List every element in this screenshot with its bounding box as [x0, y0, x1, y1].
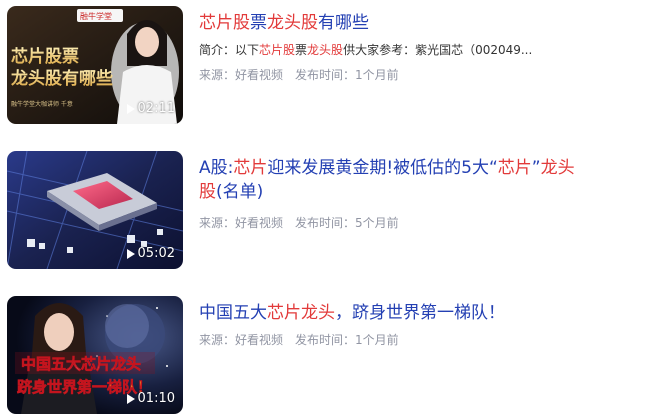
title-text: ” — [531, 158, 541, 178]
duration-text: 01:10 — [137, 391, 175, 406]
desc-highlight: 芯片股 — [259, 43, 296, 57]
result-title[interactable]: 中国五大芯片龙头，跻身世界第一梯队！ — [199, 301, 599, 325]
video-thumbnail[interactable]: 05:02 — [7, 151, 183, 269]
thumbnail-text: 中国五大芯片龙头 — [21, 355, 141, 373]
desc-text: 供大家参考：紫光国芯（002049... — [343, 43, 533, 57]
source-label: 来源：好看视频 — [199, 68, 284, 82]
video-duration: 01:10 — [126, 391, 175, 406]
result-item: 05:02 A股:芯片迎来发展黄金期!被低估的5大“芯片”龙头股(名单) 来源：… — [0, 151, 662, 269]
play-icon — [126, 394, 135, 404]
title-text: A股: — [199, 158, 234, 178]
desc-text: 简介：以下 — [199, 43, 260, 57]
result-meta: 来源：好看视频 发布时间：1个月前 — [199, 66, 399, 83]
title-text: 中国五大 — [199, 303, 267, 323]
title-highlight: 芯片 — [497, 158, 532, 178]
source-label: 来源：好看视频 — [199, 216, 284, 230]
result-title[interactable]: 芯片股票龙头股有哪些 — [199, 11, 599, 35]
result-title[interactable]: A股:芯片迎来发展黄金期!被低估的5大“芯片”龙头股(名单) — [199, 156, 579, 204]
result-meta: 来源：好看视频 发布时间：1个月前 — [199, 331, 399, 348]
publish-time: 发布时间：5个月前 — [295, 216, 399, 230]
duration-text: 02:11 — [137, 101, 175, 116]
result-item: 中国五大芯片龙头 跻身世界第一梯队！ 01:10 中国五大芯片龙头，跻身世界第一… — [0, 296, 662, 414]
title-highlight: 芯片龙头 — [267, 303, 335, 323]
result-item: 芯片股票 龙头股有哪些 融牛学堂 融牛学堂大咖讲师 千意 02:11 芯片股票龙… — [0, 6, 662, 124]
title-highlight: 龙头股 — [267, 13, 318, 33]
publish-time: 发布时间：1个月前 — [295, 68, 399, 82]
publish-time: 发布时间：1个月前 — [295, 333, 399, 347]
title-text: ，跻身世界第一梯队！ — [335, 303, 505, 323]
thumbnail-brand: 融牛学堂 — [80, 11, 112, 21]
title-text: 迎来发展黄金期!被低估的5大“ — [267, 158, 498, 178]
desc-text: 票 — [295, 43, 308, 57]
title-text: 有哪些 — [318, 13, 369, 33]
play-icon — [126, 249, 135, 259]
title-text: 票 — [250, 13, 267, 33]
duration-text: 05:02 — [137, 246, 175, 261]
thumbnail-text: 芯片股票 — [11, 46, 79, 67]
play-icon — [126, 104, 135, 114]
thumbnail-text: 龙头股有哪些 — [10, 68, 113, 89]
video-thumbnail[interactable]: 芯片股票 龙头股有哪些 融牛学堂 融牛学堂大咖讲师 千意 02:11 — [7, 6, 183, 124]
title-highlight: 芯片股 — [199, 13, 250, 33]
desc-highlight: 龙头股 — [307, 43, 344, 57]
video-duration: 02:11 — [126, 101, 175, 116]
result-description: 简介：以下芯片股票龙头股供大家参考：紫光国芯（002049... — [199, 41, 559, 58]
thumbnail-caption: 融牛学堂大咖讲师 千意 — [11, 100, 73, 108]
video-thumbnail[interactable]: 中国五大芯片龙头 跻身世界第一梯队！ 01:10 — [7, 296, 183, 414]
result-meta: 来源：好看视频 发布时间：5个月前 — [199, 214, 399, 231]
video-duration: 05:02 — [126, 246, 175, 261]
title-highlight: 芯片 — [233, 158, 268, 178]
title-text: (名单) — [216, 182, 264, 202]
source-label: 来源：好看视频 — [199, 333, 284, 347]
